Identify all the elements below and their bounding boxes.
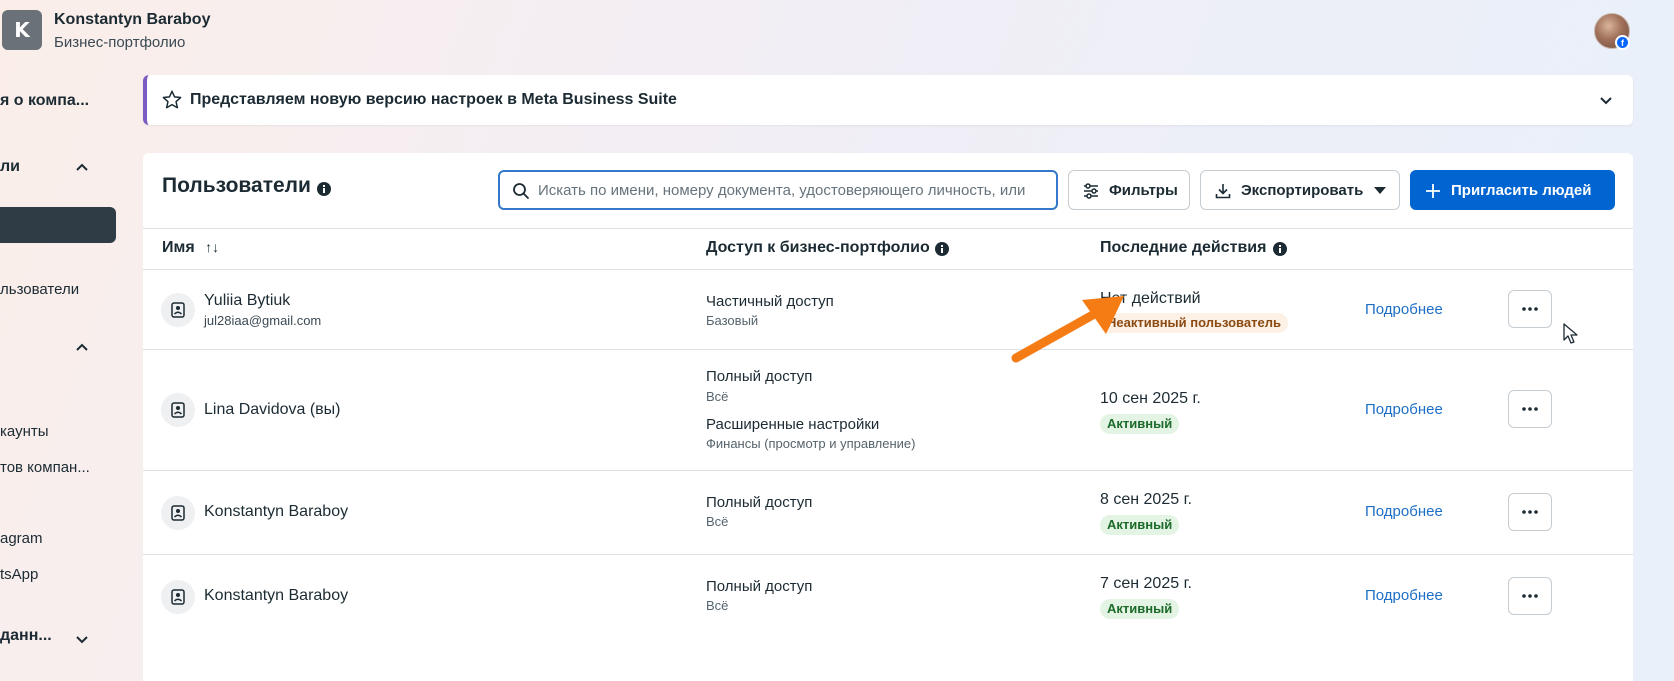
user-name: Konstantyn Baraboy	[204, 503, 349, 520]
more-options-button[interactable]	[1508, 577, 1552, 615]
access-level: Полный доступ	[706, 578, 813, 595]
access-detail: Всё	[706, 598, 729, 613]
ellipsis-icon	[1522, 510, 1538, 514]
more-options-button[interactable]	[1508, 290, 1552, 328]
status-badge: Активный	[1100, 599, 1180, 619]
star-icon	[162, 90, 182, 109]
export-label: Экспортировать	[1241, 181, 1364, 199]
table-row[interactable]: Lina Davidova (вы) Полный доступ Всё Рас…	[143, 350, 1633, 471]
access-level: Полный доступ	[706, 368, 813, 385]
user-name: Lina Davidova (вы)	[204, 401, 341, 418]
access-level: Частичный доступ	[706, 293, 834, 310]
chevron-down-icon[interactable]	[75, 632, 89, 646]
user-badge-icon	[161, 580, 195, 614]
user-name: Konstantyn Baraboy	[204, 587, 349, 604]
table-row[interactable]: Konstantyn Baraboy Полный доступ Всё 7 с…	[143, 555, 1633, 639]
sidebar-item-active[interactable]	[0, 207, 116, 243]
access-level: Полный доступ	[706, 494, 813, 511]
sidebar-item-system-users[interactable]: льзователи	[0, 281, 79, 298]
details-link[interactable]: Подробнее	[1365, 503, 1443, 520]
ellipsis-icon	[1522, 407, 1538, 411]
user-badge-icon	[161, 293, 195, 327]
user-badge-icon	[161, 496, 195, 530]
search-box[interactable]	[498, 170, 1058, 210]
access-detail: Базовый	[706, 313, 759, 328]
chevron-down-icon[interactable]	[1599, 93, 1613, 107]
filters-label: Фильтры	[1109, 181, 1178, 199]
account-subtitle: Бизнес-портфолио	[54, 34, 186, 51]
search-input[interactable]	[538, 180, 1050, 200]
last-activity: 10 сен 2025 г.	[1100, 390, 1201, 407]
caret-down-icon	[1374, 187, 1386, 194]
chevron-up-icon[interactable]	[75, 161, 89, 175]
account-name[interactable]: Konstantyn Baraboy	[54, 11, 210, 29]
user-email: jul28iaa@gmail.com	[204, 313, 322, 328]
sliders-icon	[1084, 183, 1098, 199]
sidebar-item-company-assets[interactable]: тов компан...	[0, 459, 90, 476]
plus-icon	[1426, 184, 1440, 198]
status-badge: Активный	[1100, 414, 1180, 434]
table-header: Имя ↑↓ Доступ к бизнес-портфолио Последн…	[143, 228, 1633, 270]
status-badge: Активный	[1100, 515, 1180, 535]
search-icon	[513, 183, 529, 199]
table-row[interactable]: Konstantyn Baraboy Полный доступ Всё 8 с…	[143, 471, 1633, 555]
announcement-banner[interactable]: Представляем новую версию настроек в Met…	[143, 75, 1633, 125]
export-button[interactable]: Экспортировать	[1200, 170, 1400, 210]
sidebar-section-data[interactable]: данн...	[0, 627, 52, 645]
info-icon[interactable]	[1273, 242, 1287, 256]
page-title: Пользователи	[162, 174, 311, 197]
ellipsis-icon	[1522, 307, 1538, 311]
users-panel: Пользователи Фильтры Экспортировать	[143, 153, 1633, 681]
account-logo[interactable]: K	[2, 10, 42, 50]
mouse-cursor-icon	[1563, 323, 1578, 344]
access-detail: Всё	[706, 389, 729, 404]
column-header-access: Доступ к бизнес-портфолио	[706, 239, 930, 256]
advanced-access-level: Расширенные настройки	[706, 416, 880, 433]
table-row[interactable]: Yuliia Bytiuk jul28iaa@gmail.com Частичн…	[143, 270, 1633, 350]
banner-text: Представляем новую версию настроек в Met…	[190, 91, 677, 108]
sidebar-item-accounts[interactable]: каунты	[0, 423, 49, 440]
user-badge-icon	[161, 393, 195, 427]
chevron-up-icon[interactable]	[75, 341, 89, 355]
column-name-label: Имя	[162, 239, 195, 256]
access-detail: Всё	[706, 514, 729, 529]
column-header-name[interactable]: Имя ↑↓	[162, 239, 219, 257]
advanced-access-detail: Финансы (просмотр и управление)	[706, 436, 916, 451]
invite-label: Пригласить людей	[1451, 181, 1592, 199]
annotation-arrow-icon	[1011, 296, 1124, 363]
details-link[interactable]: Подробнее	[1365, 301, 1443, 318]
sidebar-section-users[interactable]: ли	[0, 158, 20, 176]
download-icon	[1215, 184, 1231, 199]
top-header: K Konstantyn Baraboy Бизнес-портфолио f	[0, 0, 1674, 64]
details-link[interactable]: Подробнее	[1365, 587, 1443, 604]
last-activity: 7 сен 2025 г.	[1100, 575, 1192, 592]
more-options-button[interactable]	[1508, 493, 1552, 531]
invite-people-button[interactable]: Пригласить людей	[1410, 170, 1615, 210]
info-icon[interactable]	[935, 242, 949, 256]
details-link[interactable]: Подробнее	[1365, 401, 1443, 418]
sidebar-item-whatsapp[interactable]: tsApp	[0, 566, 38, 583]
user-name: Yuliia Bytiuk	[204, 292, 291, 309]
facebook-icon: f	[1615, 35, 1630, 50]
sidebar-item-instagram[interactable]: agram	[0, 530, 43, 547]
filters-button[interactable]: Фильтры	[1068, 170, 1190, 210]
more-options-button[interactable]	[1508, 390, 1552, 428]
sort-icon[interactable]: ↑↓	[205, 239, 219, 255]
info-icon[interactable]	[317, 182, 331, 196]
sidebar-item-company-info[interactable]: я о компа...	[0, 92, 89, 110]
last-activity: 8 сен 2025 г.	[1100, 491, 1192, 508]
ellipsis-icon	[1522, 594, 1538, 598]
column-header-activity: Последние действия	[1100, 239, 1267, 256]
